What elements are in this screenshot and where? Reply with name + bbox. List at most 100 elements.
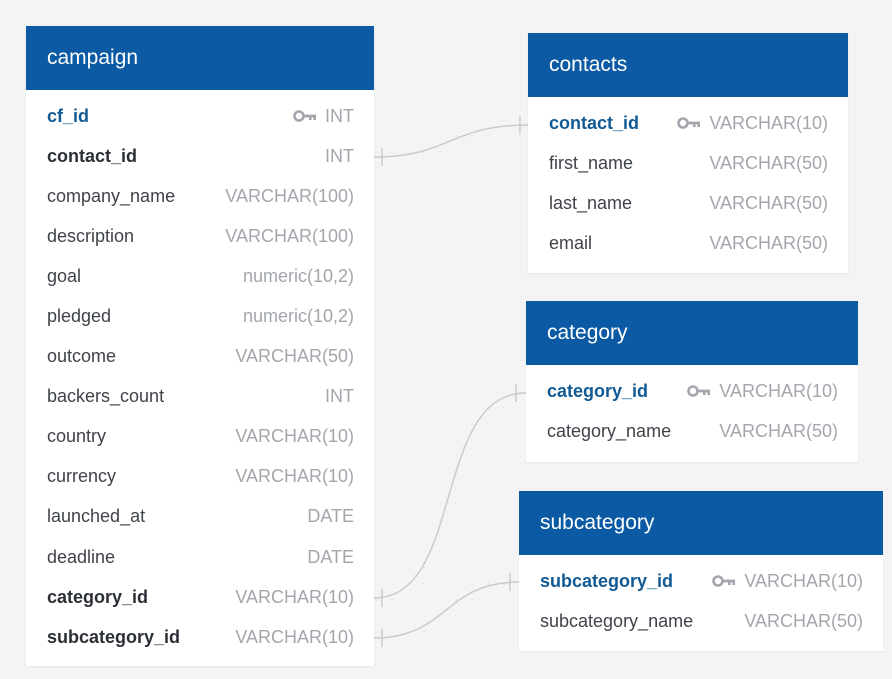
key-icon — [677, 117, 701, 129]
column-row[interactable]: category_id VARCHAR(10) — [26, 577, 374, 617]
column-name: subcategory_name — [540, 610, 694, 631]
column-row[interactable]: currency VARCHAR(10) — [26, 457, 374, 497]
link-campaign-contacts — [373, 124, 529, 158]
column-row[interactable]: contact_id VARCHAR(10) — [528, 103, 848, 143]
column-row[interactable]: country VARCHAR(10) — [26, 417, 374, 457]
column-type: VARCHAR(50) — [709, 153, 828, 174]
column-type: VARCHAR(10) — [235, 426, 354, 447]
column-name: goal — [47, 265, 82, 286]
table-contacts[interactable]: contacts contact_id VARCHAR(10) first_name… — [528, 33, 848, 273]
column-row[interactable]: subcategory_id VARCHAR(10) — [26, 617, 374, 657]
link-campaign-category — [373, 392, 527, 599]
column-row[interactable]: company_name VARCHAR(100) — [26, 176, 374, 216]
column-row[interactable]: contact_id INT — [26, 136, 374, 176]
key-icon — [293, 110, 317, 122]
column-type-text: VARCHAR(10) — [709, 112, 828, 133]
column-type: VARCHAR(10) — [712, 571, 863, 592]
table-campaign[interactable]: campaign cf_id INT contact_id INT company_na… — [26, 26, 374, 666]
column-name: deadline — [47, 546, 116, 567]
column-name: email — [549, 232, 593, 253]
table-title-contacts[interactable]: contacts — [528, 33, 848, 97]
column-name: contact_id — [47, 145, 138, 166]
column-type: VARCHAR(50) — [709, 193, 828, 214]
column-row[interactable]: first_name VARCHAR(50) — [528, 143, 848, 183]
column-type-text: DATE — [307, 506, 354, 527]
column-list-campaign: cf_id INT contact_id INT company_name VARCHAR… — [26, 90, 374, 657]
column-type: VARCHAR(10) — [235, 587, 354, 608]
column-type-text: VARCHAR(50) — [709, 152, 828, 173]
column-row[interactable]: outcome VARCHAR(50) — [26, 337, 374, 377]
column-name: contact_id — [549, 112, 640, 133]
column-name: description — [47, 225, 135, 246]
column-name: category_name — [547, 420, 672, 441]
column-name: subcategory_id — [47, 626, 181, 647]
column-type-text: DATE — [307, 546, 354, 567]
column-name: pledged — [47, 306, 112, 327]
column-list-contacts: contact_id VARCHAR(10) first_name VARCHAR(5… — [528, 97, 848, 263]
column-type: VARCHAR(50) — [709, 233, 828, 254]
link-campaign-subcategory — [373, 581, 520, 639]
column-list-category: category_id VARCHAR(10) category_name VARCH… — [526, 365, 858, 451]
column-name: last_name — [549, 192, 633, 213]
column-list-subcategory: subcategory_id VARCHAR(10) subcategory_nam… — [519, 555, 883, 641]
column-name: category_id — [47, 586, 149, 607]
table-title-campaign[interactable]: campaign — [26, 26, 374, 90]
column-type-text: VARCHAR(50) — [709, 232, 828, 253]
column-type: VARCHAR(100) — [225, 226, 354, 247]
column-row[interactable]: subcategory_id VARCHAR(10) — [519, 561, 883, 601]
column-type: VARCHAR(50) — [744, 611, 863, 632]
column-row[interactable]: pledged numeric(10,2) — [26, 296, 374, 336]
column-type: VARCHAR(10) — [687, 381, 838, 402]
column-name: outcome — [47, 346, 117, 367]
column-type: VARCHAR(100) — [225, 186, 354, 207]
column-name: company_name — [47, 185, 176, 206]
column-type-text: VARCHAR(100) — [225, 225, 354, 246]
column-type: numeric(10,2) — [243, 266, 354, 287]
column-type: INT — [325, 386, 354, 407]
column-type-text: VARCHAR(50) — [719, 420, 838, 441]
column-row[interactable]: last_name VARCHAR(50) — [528, 183, 848, 223]
column-type-text: VARCHAR(10) — [235, 626, 354, 647]
column-row[interactable]: description VARCHAR(100) — [26, 216, 374, 256]
column-name: backers_count — [47, 386, 165, 407]
key-icon — [712, 575, 736, 587]
column-type: VARCHAR(10) — [235, 466, 354, 487]
table-title-subcategory[interactable]: subcategory — [519, 491, 883, 555]
column-type-text: VARCHAR(10) — [719, 380, 838, 401]
column-name: launched_at — [47, 506, 146, 527]
column-name: subcategory_id — [540, 570, 674, 591]
column-name: category_id — [547, 380, 649, 401]
column-type-text: VARCHAR(10) — [235, 466, 354, 487]
column-type-text: INT — [325, 386, 354, 407]
table-title-category[interactable]: category — [526, 301, 858, 365]
column-type-text: VARCHAR(50) — [235, 346, 354, 367]
column-type-text: numeric(10,2) — [242, 306, 354, 327]
column-row[interactable]: cf_id INT — [26, 96, 374, 136]
column-type-text: VARCHAR(100) — [225, 185, 354, 206]
column-type-text: VARCHAR(10) — [235, 586, 354, 607]
column-type-text: INT — [325, 145, 354, 166]
column-name: currency — [47, 466, 117, 487]
column-name: cf_id — [47, 105, 90, 126]
column-type: DATE — [307, 547, 354, 568]
column-type-text: VARCHAR(10) — [744, 570, 863, 591]
column-row[interactable]: deadline DATE — [26, 537, 374, 577]
column-name: first_name — [549, 152, 634, 173]
column-row[interactable]: category_name VARCHAR(50) — [526, 411, 858, 451]
column-name: country — [47, 426, 107, 447]
column-type: numeric(10,2) — [243, 306, 354, 327]
column-type: VARCHAR(50) — [719, 421, 838, 442]
column-row[interactable]: category_id VARCHAR(10) — [526, 371, 858, 411]
column-type: VARCHAR(10) — [235, 627, 354, 648]
column-type: INT — [325, 146, 354, 167]
column-type: DATE — [307, 506, 354, 527]
column-row[interactable]: subcategory_name VARCHAR(50) — [519, 601, 883, 641]
column-row[interactable]: goal numeric(10,2) — [26, 256, 374, 296]
column-type-text: INT — [325, 105, 354, 126]
column-type-text: VARCHAR(50) — [744, 610, 863, 631]
table-category[interactable]: category category_id VARCHAR(10) category_… — [526, 301, 858, 462]
column-row[interactable]: launched_at DATE — [26, 497, 374, 537]
table-subcategory[interactable]: subcategory subcategory_id VARCHAR(10) sub… — [519, 491, 883, 651]
column-row[interactable]: email VARCHAR(50) — [528, 223, 848, 263]
column-row[interactable]: backers_count INT — [26, 377, 374, 417]
